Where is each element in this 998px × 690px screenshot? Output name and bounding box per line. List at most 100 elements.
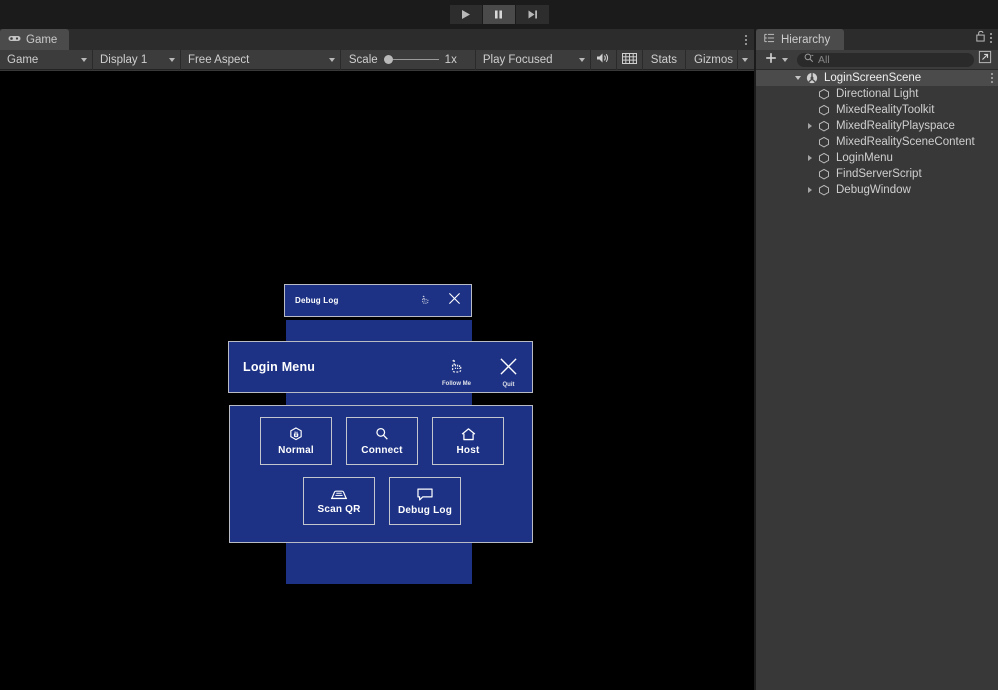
playback-controls <box>449 5 549 24</box>
tree-item-mixedrealityplayspace[interactable]: MixedRealityPlayspace <box>756 118 998 134</box>
scale-value: 1x <box>444 53 457 66</box>
tree-item-label: LoginMenu <box>836 152 893 164</box>
gameobject-icon <box>816 152 832 164</box>
scene-icon <box>804 72 820 84</box>
chevron-down-icon[interactable] <box>792 76 804 80</box>
chevron-down-icon <box>578 57 585 62</box>
view-mode-dropdown[interactable]: Game <box>0 49 93 70</box>
game-stats-grid-button[interactable] <box>617 49 643 70</box>
mute-audio-button[interactable] <box>591 49 617 70</box>
game-toolbar: Game Display 1 Free Aspect Scale 1x Play… <box>0 49 754 70</box>
hierarchy-menu-button[interactable] <box>990 33 992 43</box>
gizmos-button[interactable]: Gizmos <box>686 50 737 70</box>
manipulation-icon <box>288 426 304 442</box>
lock-icon[interactable] <box>975 29 986 47</box>
search-icon <box>374 426 390 442</box>
login-menu-header[interactable]: Login Menu Follow Me Quit <box>228 341 533 393</box>
debug-log-window[interactable]: Debug Log <box>284 284 472 317</box>
follow-me-icon <box>448 357 466 380</box>
scale-label: Scale <box>348 53 378 66</box>
debug-log-button[interactable]: Debug Log <box>389 477 461 525</box>
tree-item-label: MixedRealityPlayspace <box>836 120 955 132</box>
kebab-icon <box>745 34 747 45</box>
speaker-icon <box>596 52 610 67</box>
aspect-dropdown[interactable]: Free Aspect <box>181 49 341 70</box>
debug-log-follow-me-button[interactable] <box>420 292 431 310</box>
hierarchy-search-input[interactable]: All <box>797 52 974 67</box>
tree-item-label: Directional Light <box>836 88 919 100</box>
login-menu-title: Login Menu <box>243 360 316 374</box>
login-menu-quit-label: Quit <box>502 381 515 388</box>
scanner-icon <box>330 488 348 501</box>
tree-item-label: MixedRealityToolkit <box>836 104 935 116</box>
grid-icon <box>621 52 637 67</box>
normal-button[interactable]: Normal <box>260 417 332 465</box>
tab-game-label: Game <box>26 33 58 46</box>
tree-item-mixedrealitytoolkit[interactable]: MixedRealityToolkit <box>756 102 998 118</box>
display-dropdown[interactable]: Display 1 <box>93 49 181 70</box>
tree-item-debugwindow[interactable]: DebugWindow <box>756 182 998 198</box>
game-view[interactable]: Debug Log Login Menu Follow Me Quit Norm… <box>0 71 754 690</box>
login-menu-button-row-1: Normal Connect Host <box>260 417 504 465</box>
login-menu-quit-button[interactable]: Quit <box>499 357 518 388</box>
chevron-right-icon[interactable] <box>804 187 816 193</box>
tab-hierarchy[interactable]: Hierarchy <box>756 29 845 50</box>
host-button[interactable]: Host <box>432 417 504 465</box>
create-object-button[interactable] <box>760 51 793 69</box>
play-mode-dropdown[interactable]: Play Focused <box>476 49 591 70</box>
close-icon <box>448 292 461 310</box>
home-icon <box>460 427 477 442</box>
hierarchy-toolbar: All <box>756 50 998 70</box>
gameobject-icon <box>816 184 832 196</box>
connect-button[interactable]: Connect <box>346 417 418 465</box>
gizmos-label: Gizmos <box>694 53 733 66</box>
tab-game[interactable]: Game <box>0 29 70 50</box>
chevron-down-icon <box>328 57 335 62</box>
scan-qr-button-label: Scan QR <box>317 503 361 515</box>
tree-item-label: LoginScreenScene <box>824 72 922 84</box>
login-menu-follow-me-button[interactable]: Follow Me <box>442 357 471 387</box>
tree-item-label: DebugWindow <box>836 184 911 196</box>
view-mode-value: Game <box>7 53 39 66</box>
hierarchy-expand-button[interactable] <box>978 50 994 69</box>
pause-button[interactable] <box>482 5 516 24</box>
search-icon <box>804 53 814 66</box>
tab-hierarchy-label: Hierarchy <box>781 33 831 46</box>
editor-playbar <box>0 0 998 29</box>
chevron-right-icon[interactable] <box>804 155 816 161</box>
debug-log-close-button[interactable] <box>448 292 461 310</box>
scale-slider-group[interactable]: Scale 1x <box>341 49 476 70</box>
stats-button[interactable]: Stats <box>643 49 686 70</box>
close-icon <box>499 357 518 381</box>
gameobject-icon <box>816 120 832 132</box>
hierarchy-tabstrip: Hierarchy <box>756 29 998 50</box>
display-value: Display 1 <box>99 53 148 66</box>
scale-slider-track[interactable] <box>392 59 439 60</box>
connect-button-label: Connect <box>361 445 403 456</box>
gizmos-dropdown[interactable] <box>736 49 754 70</box>
gameobject-icon <box>816 168 832 180</box>
scene-kebab-icon[interactable] <box>991 73 993 83</box>
scale-slider-knob[interactable] <box>383 55 393 64</box>
tree-item-mixedrealityscenecontent[interactable]: MixedRealitySceneContent <box>756 134 998 150</box>
plus-icon <box>765 51 777 69</box>
game-panel-menu-button[interactable] <box>738 29 754 50</box>
tree-item-loginscreenscene[interactable]: LoginScreenScene <box>756 70 998 86</box>
login-menu-button-panel: Normal Connect Host Scan QR Debug Log <box>229 405 533 543</box>
tree-item-directional-light[interactable]: Directional Light <box>756 86 998 102</box>
scale-slider[interactable] <box>383 55 439 64</box>
host-button-label: Host <box>456 444 480 456</box>
gameobject-icon <box>816 88 832 100</box>
scan-qr-button[interactable]: Scan QR <box>303 477 375 525</box>
step-button[interactable] <box>515 5 549 24</box>
hierarchy-icon <box>764 33 775 46</box>
chevron-down-icon <box>782 57 788 62</box>
tree-item-loginmenu[interactable]: LoginMenu <box>756 150 998 166</box>
aspect-value: Free Aspect <box>187 53 250 66</box>
chevron-down-icon <box>80 57 87 62</box>
chevron-right-icon[interactable] <box>804 123 816 129</box>
tree-item-findserverscript[interactable]: FindServerScript <box>756 166 998 182</box>
gamepad-icon <box>8 34 21 46</box>
play-mode-value: Play Focused <box>482 53 553 66</box>
play-button[interactable] <box>449 5 483 24</box>
